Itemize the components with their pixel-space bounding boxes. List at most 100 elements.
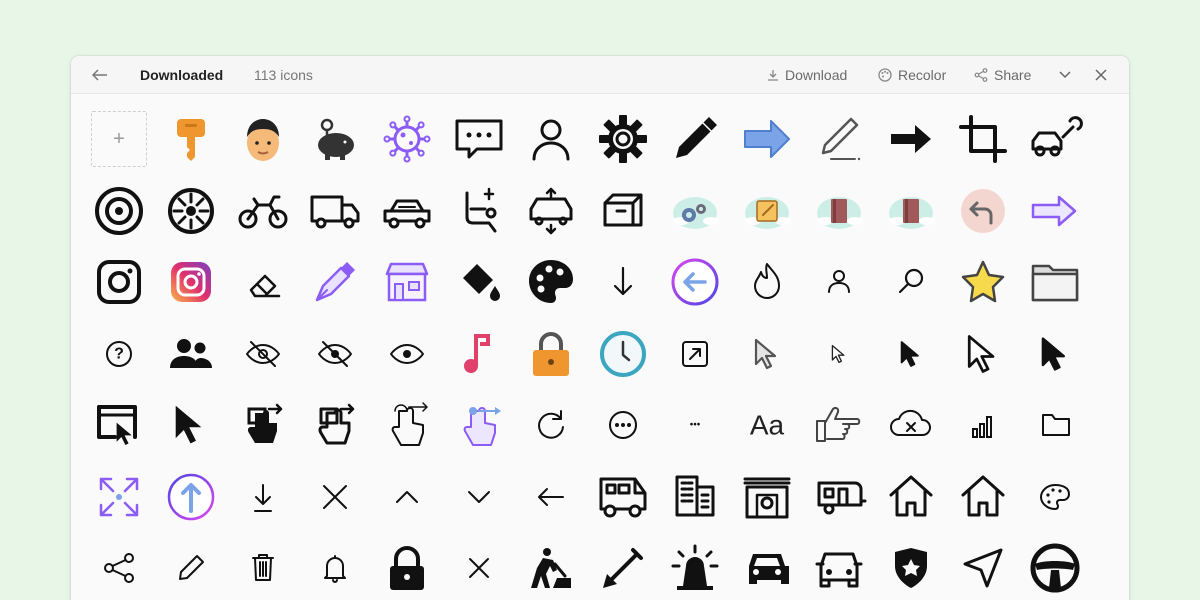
icon-tile[interactable] [955,254,1011,310]
icon-tile[interactable] [1027,469,1083,525]
icon-tile[interactable] [739,469,795,525]
icon-tile[interactable] [163,540,219,596]
icon-tile[interactable] [595,254,651,310]
icon-tile[interactable] [1027,183,1083,239]
icon-tile[interactable] [1027,254,1083,310]
icon-tile[interactable] [91,254,147,310]
icon-tile[interactable] [451,397,507,453]
icon-tile[interactable] [163,326,219,382]
icon-tile[interactable] [235,540,291,596]
icon-tile[interactable] [523,397,579,453]
icon-tile[interactable]: ? [91,326,147,382]
icon-tile[interactable] [883,469,939,525]
icon-tile[interactable] [451,111,507,167]
icon-tile[interactable] [91,469,147,525]
icon-tile[interactable] [883,111,939,167]
icon-tile[interactable] [739,254,795,310]
icon-tile[interactable] [235,326,291,382]
icon-tile[interactable] [883,254,939,310]
icon-tile[interactable] [739,183,795,239]
icon-tile[interactable] [955,183,1011,239]
icon-tile[interactable] [811,397,867,453]
icon-tile[interactable] [379,254,435,310]
icon-tile[interactable] [955,397,1011,453]
icon-tile[interactable] [1027,111,1083,167]
icon-tile[interactable] [811,183,867,239]
icon-tile[interactable] [307,397,363,453]
icon-tile[interactable] [667,540,723,596]
icon-tile[interactable] [523,254,579,310]
icon-tile[interactable] [739,540,795,596]
icon-tile[interactable] [955,469,1011,525]
home-icon [889,475,933,516]
icon-tile[interactable] [883,326,939,382]
icon-tile[interactable] [451,183,507,239]
icon-tile[interactable] [91,183,147,239]
icon-tile[interactable] [307,111,363,167]
icon-tile[interactable] [163,397,219,453]
icon-tile[interactable] [523,469,579,525]
icon-tile[interactable] [595,540,651,596]
icon-tile[interactable] [379,469,435,525]
icon-tile[interactable] [667,326,723,382]
icon-tile[interactable] [811,540,867,596]
icon-tile[interactable] [523,183,579,239]
icon-tile[interactable] [955,326,1011,382]
chevron-down-icon [468,490,490,503]
icon-tile[interactable] [523,326,579,382]
icon-tile[interactable] [163,111,219,167]
icon-tile[interactable] [667,469,723,525]
icon-tile[interactable] [91,397,147,453]
icon-tile[interactable] [667,254,723,310]
icon-tile[interactable] [811,326,867,382]
icon-tile[interactable]: Aa [739,397,795,453]
icon-tile[interactable] [667,111,723,167]
icon-tile[interactable] [379,183,435,239]
icon-tile[interactable] [1027,326,1083,382]
icon-tile[interactable] [955,111,1011,167]
icon-tile[interactable] [667,183,723,239]
icon-tile[interactable] [379,397,435,453]
icon-tile[interactable] [1027,540,1083,596]
icon-tile[interactable] [235,254,291,310]
icon-tile[interactable] [163,183,219,239]
icon-tile[interactable] [235,111,291,167]
icon-tile[interactable] [451,469,507,525]
icon-tile[interactable] [883,540,939,596]
icon-tile[interactable] [91,540,147,596]
icon-tile[interactable] [523,540,579,596]
icon-tile[interactable] [1027,397,1083,453]
icon-tile[interactable] [595,397,651,453]
icon-tile[interactable] [595,111,651,167]
icon-tile[interactable] [451,254,507,310]
icon-tile[interactable]: ••• [667,397,723,453]
icon-tile[interactable] [235,397,291,453]
icon-tile[interactable] [811,111,867,167]
icon-tile[interactable] [379,540,435,596]
icon-tile[interactable] [595,326,651,382]
icon-tile[interactable] [739,326,795,382]
icon-tile[interactable] [307,254,363,310]
icon-tile[interactable] [523,111,579,167]
icon-tile[interactable] [883,397,939,453]
icon-tile[interactable] [379,111,435,167]
icon-tile[interactable] [451,326,507,382]
icon-tile[interactable] [739,111,795,167]
icon-tile[interactable] [235,183,291,239]
icon-tile[interactable] [163,254,219,310]
icon-tile[interactable] [163,469,219,525]
icon-tile[interactable] [595,183,651,239]
chevron-up-icon [396,490,418,503]
icon-tile[interactable] [451,540,507,596]
icon-tile[interactable] [955,540,1011,596]
icon-tile[interactable] [307,326,363,382]
icon-tile[interactable] [811,254,867,310]
icon-tile[interactable] [307,183,363,239]
icon-tile[interactable] [883,183,939,239]
icon-tile[interactable] [595,469,651,525]
icon-tile[interactable] [811,469,867,525]
icon-tile[interactable] [307,540,363,596]
icon-tile[interactable] [307,469,363,525]
icon-tile[interactable] [235,469,291,525]
icon-tile[interactable] [379,326,435,382]
